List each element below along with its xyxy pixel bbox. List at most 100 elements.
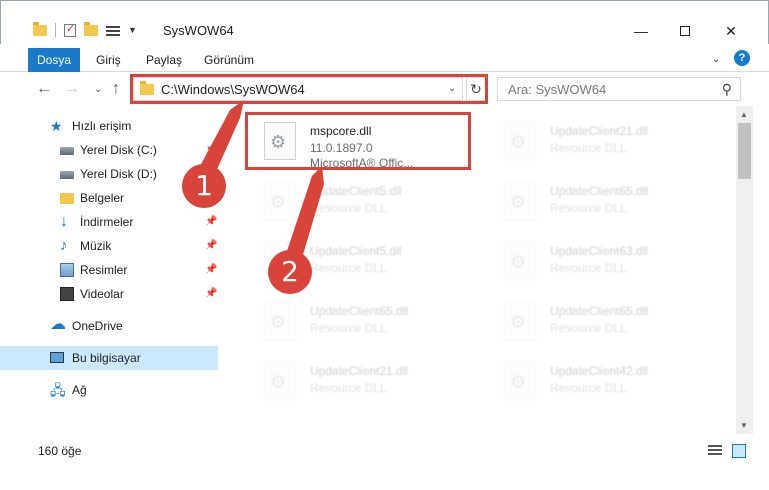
help-icon[interactable]: ? (734, 50, 750, 66)
pin-icon[interactable]: 📌 (205, 210, 217, 234)
gear-icon: ⚙ (270, 192, 287, 212)
chevron-down-icon[interactable]: ▼ (128, 25, 137, 35)
up-arrow-icon[interactable]: ↑ (112, 80, 120, 98)
list-item[interactable]: ⚙ UpdateClient65.dll Resource DLL (246, 292, 476, 352)
sidebar-item-label: Ağ (72, 383, 87, 397)
dll-file-icon: ⚙ (264, 362, 296, 400)
sidebar-item-pictures[interactable]: Resimler 📌 (0, 258, 218, 282)
gear-icon: ⚙ (270, 372, 287, 392)
scrollbar-thumb[interactable] (738, 123, 751, 179)
search-input[interactable]: Ara: SysWOW64 ⚲ (497, 77, 741, 101)
tiles-view-icon[interactable] (732, 444, 746, 458)
maximize-button[interactable] (673, 23, 697, 39)
list-item[interactable]: ⚙ UpdateClient21.dll Resource DLL (486, 112, 716, 172)
disk-icon (60, 147, 74, 155)
network-icon: 🖧 (50, 382, 66, 398)
sidebar-item-label: OneDrive (72, 319, 123, 333)
sidebar-item-label: Yerel Disk (C:) (80, 143, 157, 157)
title-bar: ▼ SysWOW64 — ✕ (0, 0, 769, 44)
file-type: Resource DLL (310, 261, 387, 275)
minimize-button[interactable]: — (629, 23, 653, 39)
pin-icon[interactable]: 📌 (205, 138, 217, 162)
sidebar-item-label: Belgeler (80, 191, 125, 205)
star-icon: ★ (50, 118, 63, 134)
dll-file-icon: ⚙ (504, 362, 536, 400)
expand-ribbon-icon[interactable]: ⌄ (712, 54, 720, 65)
file-name: UpdateClient65.dll (310, 304, 409, 318)
vertical-scrollbar[interactable]: ▲ ▼ (736, 106, 753, 434)
sidebar-item-label: Bu bilgisayar (72, 351, 141, 365)
sidebar-item-disk-c[interactable]: Yerel Disk (C:) 📌 (0, 138, 218, 162)
quick-access-toolbar: ▼ (33, 21, 137, 37)
list-item[interactable]: ⚙ UpdateClient42.dll Resource DLL (486, 352, 716, 412)
list-item[interactable]: ⚙ UpdateClient5.dll Resource DLL (246, 172, 476, 232)
disk-icon (60, 171, 74, 179)
back-arrow-icon[interactable]: ← (36, 80, 52, 98)
file-name: UpdateClient65.dll (550, 304, 649, 318)
file-name: UpdateClient21.dll (550, 124, 649, 138)
sidebar-item-label: Videolar (80, 287, 124, 301)
sidebar-item-network[interactable]: 🖧 Ağ (0, 378, 218, 402)
file-name: UpdateClient21.dll (310, 364, 409, 378)
computer-icon (50, 352, 64, 363)
gear-icon: ⚙ (270, 312, 287, 332)
pin-icon[interactable]: 📌 (205, 282, 217, 306)
forward-arrow-icon[interactable]: → (64, 80, 80, 98)
downloads-icon: ↓ (60, 213, 68, 230)
recent-locations-icon[interactable]: ⌄ (94, 84, 102, 95)
scroll-up-icon[interactable]: ▲ (740, 110, 748, 119)
window-title: SysWOW64 (163, 23, 234, 38)
dll-file-icon: ⚙ (504, 242, 536, 280)
gear-icon: ⚙ (510, 372, 527, 392)
address-highlight-box (130, 74, 488, 104)
documents-icon (60, 193, 74, 204)
list-item[interactable]: ⚙ UpdateClient65.dll Resource DLL (486, 292, 716, 352)
file-type: Resource DLL (550, 141, 627, 155)
sidebar-item-label: Yerel Disk (D:) (80, 167, 157, 181)
folder-icon[interactable] (33, 21, 47, 36)
dll-file-icon: ⚙ (504, 302, 536, 340)
step-badge-1: 1 (182, 164, 226, 208)
maximize-icon (680, 26, 690, 36)
file-name: UpdateClient63.dll (550, 244, 649, 258)
tab-view[interactable]: Görünüm (204, 50, 254, 72)
dll-file-icon: ⚙ (504, 122, 536, 160)
search-placeholder: Ara: SysWOW64 (508, 82, 607, 97)
customize-toolbar-icon[interactable] (106, 24, 120, 36)
toolbar-divider (55, 23, 56, 37)
sidebar-item-onedrive[interactable]: ☁ OneDrive (0, 314, 218, 338)
sidebar-item-music[interactable]: ♪ Müzik 📌 (0, 234, 218, 258)
sidebar-item-quick-access[interactable]: ★ Hızlı erişim (0, 114, 218, 138)
details-view-icon[interactable] (708, 445, 722, 457)
sidebar-item-videos[interactable]: Videolar 📌 (0, 282, 218, 306)
file-name: UpdateClient5.dll (310, 184, 402, 198)
onedrive-icon: ☁ (50, 316, 66, 333)
scroll-down-icon[interactable]: ▼ (740, 421, 748, 430)
new-folder-icon[interactable] (84, 21, 98, 36)
file-type: Resource DLL (550, 321, 627, 335)
file-name: UpdateClient65.dll (550, 184, 649, 198)
pin-icon[interactable]: 📌 (205, 234, 217, 258)
item-count: 160 öğe (38, 444, 82, 458)
sidebar-item-downloads[interactable]: ↓ İndirmeler 📌 (0, 210, 218, 234)
sidebar-item-this-pc[interactable]: Bu bilgisayar (0, 346, 218, 370)
tab-file[interactable]: Dosya (28, 48, 80, 72)
tab-home[interactable]: Giriş (96, 50, 121, 72)
gear-icon: ⚙ (510, 132, 527, 152)
properties-icon[interactable] (64, 22, 76, 37)
gear-icon: ⚙ (510, 192, 527, 212)
list-item[interactable]: ⚙ UpdateClient63.dll Resource DLL (486, 232, 716, 292)
pin-icon[interactable]: 📌 (205, 258, 217, 282)
list-item[interactable]: ⚙ UpdateClient65.dll Resource DLL (486, 172, 716, 232)
file-type: Resource DLL (310, 321, 387, 335)
tab-share[interactable]: Paylaş (146, 50, 182, 72)
file-highlight-box (245, 112, 471, 170)
file-type: Resource DLL (550, 261, 627, 275)
list-item[interactable]: ⚙ UpdateClient21.dll Resource DLL (246, 352, 476, 412)
status-bar: 160 öğe (0, 440, 769, 462)
close-button[interactable]: ✕ (719, 23, 743, 39)
videos-icon (60, 287, 74, 301)
gear-icon: ⚙ (510, 252, 527, 272)
search-icon: ⚲ (721, 81, 732, 97)
file-type: Resource DLL (550, 381, 627, 395)
